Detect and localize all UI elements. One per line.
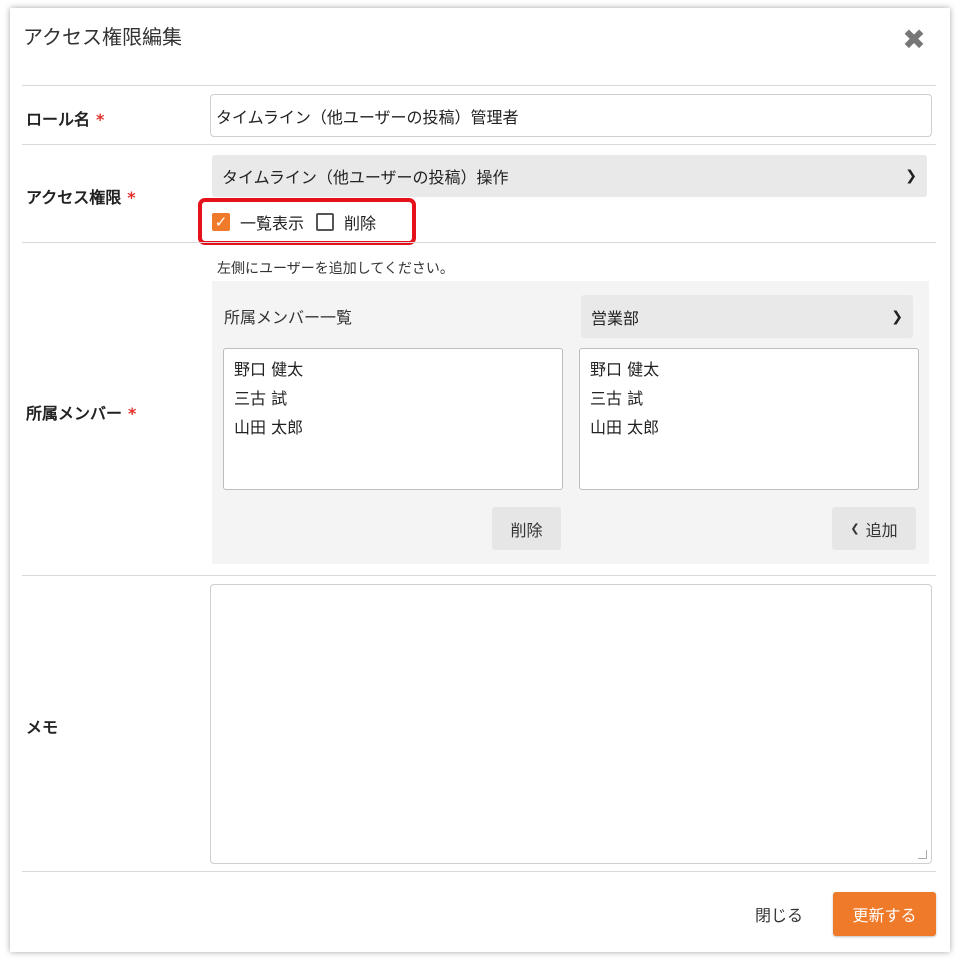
required-mark: * bbox=[128, 404, 137, 423]
memo-textarea[interactable] bbox=[210, 584, 932, 864]
remove-member-button[interactable]: 削除 bbox=[492, 507, 561, 550]
delete-checkbox[interactable] bbox=[316, 212, 335, 231]
required-mark: * bbox=[96, 110, 105, 129]
divider bbox=[22, 85, 936, 86]
divider bbox=[22, 242, 936, 243]
access-edit-dialog: アクセス権限編集 ✖ ロール名 * アクセス権限 * タイムライン（他ユーザーの投稿… bbox=[10, 8, 950, 952]
list-view-checkbox[interactable]: ✓ bbox=[212, 212, 230, 231]
role-name-label-text: ロール名 bbox=[26, 110, 91, 129]
access-label: アクセス権限 * bbox=[26, 184, 136, 208]
access-select[interactable]: タイムライン（他ユーザーの投稿）操作 ❯ bbox=[212, 155, 927, 197]
members-label-text: 所属メンバー bbox=[26, 404, 123, 423]
list-item[interactable]: 三古 試 bbox=[234, 384, 552, 413]
chevron-down-icon: ❯ bbox=[891, 308, 903, 325]
chevron-left-icon: ❮ bbox=[850, 522, 860, 535]
members-hint: 左側にユーザーを追加してください。 bbox=[217, 261, 454, 277]
dialog-title: アクセス権限編集 bbox=[23, 25, 182, 49]
divider bbox=[22, 144, 936, 145]
role-name-input[interactable] bbox=[210, 94, 932, 137]
list-item[interactable]: 野口 健太 bbox=[590, 355, 908, 384]
access-label-text: アクセス権限 bbox=[26, 188, 122, 207]
delete-label: 削除 bbox=[344, 213, 377, 233]
member-list-title: 所属メンバー一覧 bbox=[224, 308, 353, 327]
list-item[interactable]: 野口 健太 bbox=[234, 355, 552, 384]
role-name-label: ロール名 * bbox=[26, 106, 104, 130]
close-icon[interactable]: ✖ bbox=[902, 26, 926, 54]
close-button[interactable]: 閉じる bbox=[743, 892, 815, 936]
access-select-value: タイムライン（他ユーザーの投稿）操作 bbox=[222, 168, 509, 187]
department-select[interactable]: 営業部 ❯ bbox=[581, 295, 913, 338]
members-panel: 所属メンバー一覧 営業部 ❯ 野口 健太 三古 試 山田 太郎 野口 健太 三古… bbox=[212, 281, 929, 564]
divider bbox=[22, 871, 936, 872]
update-button[interactable]: 更新する bbox=[833, 892, 936, 936]
available-members-list[interactable]: 野口 健太 三古 試 山田 太郎 bbox=[579, 348, 919, 490]
list-item[interactable]: 山田 太郎 bbox=[234, 413, 552, 442]
list-item[interactable]: 山田 太郎 bbox=[590, 413, 908, 442]
chevron-down-icon: ❯ bbox=[905, 168, 917, 184]
add-member-label: 追加 bbox=[865, 520, 898, 540]
list-item[interactable]: 三古 試 bbox=[590, 384, 908, 413]
add-member-button[interactable]: ❮ 追加 bbox=[832, 507, 916, 550]
assigned-members-list[interactable]: 野口 健太 三古 試 山田 太郎 bbox=[223, 348, 563, 490]
required-mark: * bbox=[127, 188, 136, 207]
department-select-value: 営業部 bbox=[591, 308, 640, 328]
resize-handle-icon[interactable] bbox=[918, 850, 927, 859]
memo-label: メモ bbox=[26, 718, 59, 737]
list-view-label: 一覧表示 bbox=[240, 213, 305, 233]
permission-checkbox-group: ✓ 一覧表示 削除 bbox=[198, 198, 416, 245]
members-label: 所属メンバー * bbox=[26, 400, 136, 424]
divider bbox=[22, 575, 936, 576]
